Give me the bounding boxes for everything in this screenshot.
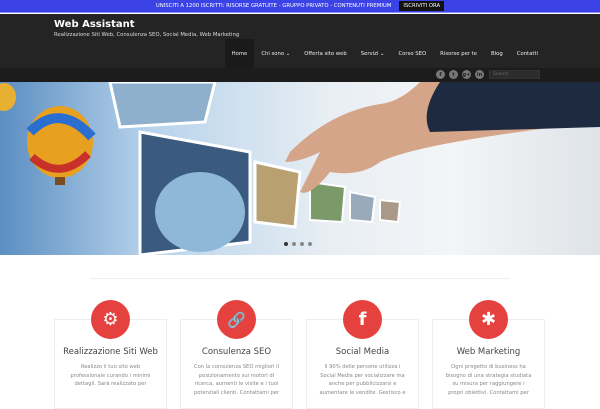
site-header: Web Assistant Realizzazione Siti Web, Co… <box>0 14 600 68</box>
card-title: Social Media <box>335 347 390 357</box>
nav-contatti[interactable]: Contatti <box>510 39 545 68</box>
slider-dot[interactable] <box>284 242 288 246</box>
slider-pagination <box>284 242 312 246</box>
card-text: Il 90% delle persone utilizza i Social M… <box>319 364 406 396</box>
nav-risorse[interactable]: Risorse per te <box>433 39 484 68</box>
hero-slider-image <box>0 82 600 255</box>
card-text: Realizzo il tuo sito web professionale c… <box>70 364 151 387</box>
nav-blog[interactable]: Blog <box>484 39 510 68</box>
social-bar: f t g+ in Search <box>0 68 600 82</box>
gear-icon: ⚙ <box>91 300 130 339</box>
facebook-icon[interactable]: f <box>436 70 445 79</box>
announcement-text: UNISCITI A 1200 ISCRITTI: RISORSE GRATUI… <box>155 3 392 9</box>
nav-chi-sono[interactable]: Chi sono ⌄ <box>254 39 297 68</box>
nav-servizi[interactable]: Servizi ⌄ <box>354 39 392 68</box>
card-title: Realizzazione Siti Web <box>63 347 158 357</box>
twitter-icon[interactable]: t <box>449 70 458 79</box>
linkedin-icon[interactable]: in <box>475 70 484 79</box>
announcement-bar: UNISCITI A 1200 ISCRITTI: RISORSE GRATUI… <box>0 0 600 13</box>
nav-corso-seo[interactable]: Corso SEO <box>391 39 433 68</box>
hero-illustration <box>0 82 600 255</box>
slider-dot[interactable] <box>308 242 312 246</box>
facebook-icon: f <box>343 300 382 339</box>
site-tagline: Realizzazione Siti Web, Consulenza SEO, … <box>54 32 240 38</box>
subscribe-button[interactable]: ISCRIVITI ORA <box>399 1 445 11</box>
slider-dot[interactable] <box>292 242 296 246</box>
nav-home[interactable]: Home <box>224 39 255 68</box>
nav-offerta[interactable]: Offerta sito web <box>297 39 353 68</box>
card-title: Consulenza SEO <box>201 347 272 357</box>
site-title[interactable]: Web Assistant <box>54 19 135 30</box>
main-nav: Home Chi sono ⌄ Offerta sito web Servizi… <box>224 39 545 68</box>
google-plus-icon[interactable]: g+ <box>462 70 471 79</box>
asterisk-icon: ✱ <box>469 300 508 339</box>
card-title: Web Marketing <box>456 347 521 357</box>
slider-dot[interactable] <box>300 242 304 246</box>
card-text: Ogni progetto di business ha bisogno di … <box>445 364 532 396</box>
card-text: Con la consulenza SEO migliori il posizi… <box>193 364 280 396</box>
link-icon: 🔗 <box>217 300 256 339</box>
divider <box>90 278 510 279</box>
search-input[interactable]: Search <box>489 70 540 79</box>
